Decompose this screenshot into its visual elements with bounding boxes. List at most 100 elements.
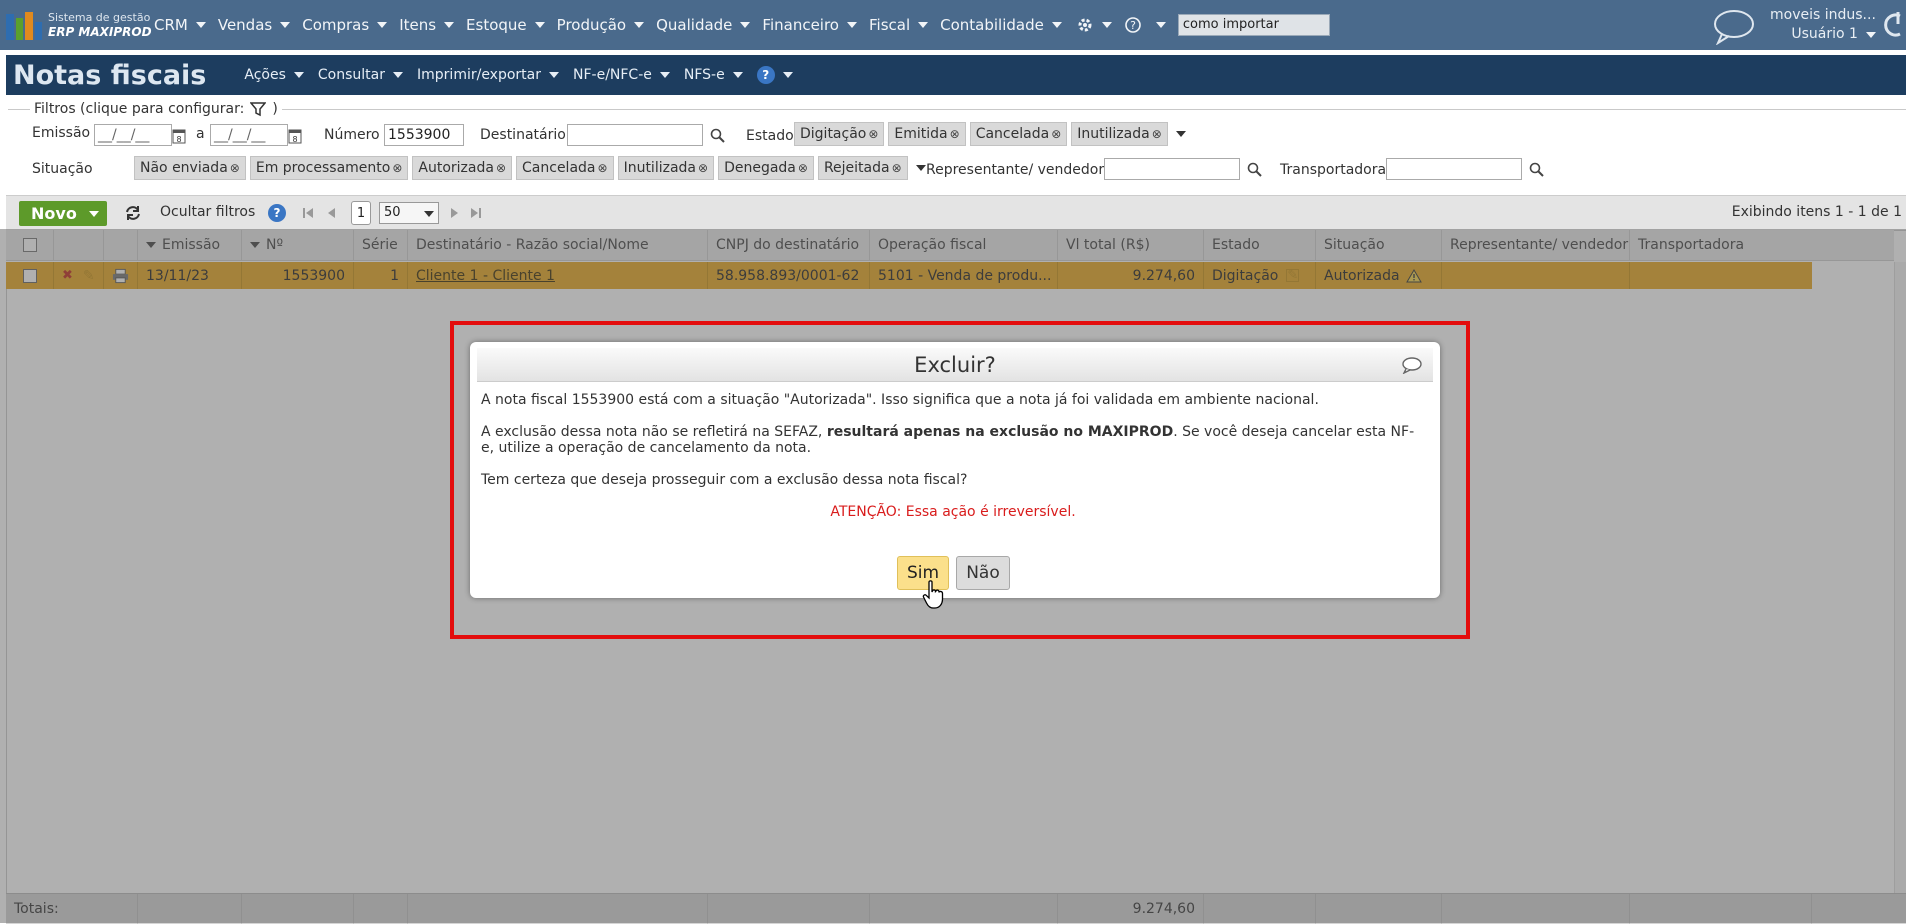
close-icon[interactable]: ⊗ — [950, 127, 960, 141]
estado-chip[interactable]: Cancelada ⊗ — [969, 122, 1068, 146]
close-icon[interactable]: ⊗ — [1051, 127, 1061, 141]
situacao-chip[interactable]: Autorizada ⊗ — [412, 156, 513, 180]
chevron-down-icon — [740, 22, 751, 28]
estado-chip[interactable]: Inutilizada ⊗ — [1071, 122, 1168, 146]
close-icon[interactable]: ⊗ — [1152, 127, 1162, 141]
search-icon[interactable] — [710, 128, 725, 143]
situacao-chip[interactable]: Em processamento ⊗ — [249, 156, 409, 180]
close-icon[interactable]: ⊗ — [496, 161, 506, 175]
previous-page-icon[interactable] — [326, 207, 336, 219]
menu-help[interactable]: ? — [756, 66, 793, 84]
filters-legend-close: ) — [272, 101, 278, 117]
global-search-input[interactable]: como importar — [1177, 14, 1330, 36]
menu-nfe-nfce[interactable]: NF-e/NFC-e — [573, 67, 670, 83]
destinatario-input[interactable] — [567, 124, 703, 146]
calendar-icon[interactable]: 8 — [288, 128, 302, 144]
menu-label: NF-e/NFC-e — [573, 67, 652, 83]
nav-menu-producao[interactable]: Produção — [557, 16, 645, 34]
close-icon[interactable]: ⊗ — [698, 161, 708, 175]
emissao-to-input[interactable]: __/__/__ — [210, 124, 288, 146]
help-icon: ? — [756, 66, 775, 84]
nav-menu-label: Financeiro — [762, 16, 839, 34]
power-icon[interactable] — [1884, 10, 1906, 44]
nav-menu-label: Contabilidade — [940, 16, 1044, 34]
close-icon[interactable]: ⊗ — [230, 161, 240, 175]
nav-menu-vendas[interactable]: Vendas — [217, 16, 291, 34]
close-icon[interactable]: ⊗ — [868, 127, 878, 141]
close-icon[interactable]: ⊗ — [598, 161, 608, 175]
nav-menu-crm[interactable]: CRM — [154, 16, 206, 34]
page-title-bar: Notas fiscais Ações Consultar Imprimir/e… — [6, 55, 1906, 95]
confirm-no-button[interactable]: Não — [956, 556, 1010, 590]
chip-label: Digitação — [800, 126, 867, 142]
nav-menu-label: Estoque — [466, 16, 527, 34]
transportadora-input[interactable] — [1386, 158, 1522, 180]
nav-menu-estoque[interactable]: Estoque — [466, 16, 545, 34]
menu-nfse[interactable]: NFS-e — [684, 67, 743, 83]
chip-label: Emitida — [894, 126, 948, 142]
dialog-title: Excluir? — [914, 352, 996, 377]
chat-icon[interactable] — [1712, 7, 1756, 49]
grid-toolbar: Novo Ocultar filtros ? 1 50 Exibindo ite… — [6, 195, 1906, 231]
help-icon[interactable]: ? — [1122, 14, 1144, 36]
filter-icon[interactable] — [250, 101, 267, 117]
nav-menu-contabilidade[interactable]: Contabilidade — [940, 16, 1062, 34]
representante-input[interactable] — [1104, 158, 1240, 180]
refresh-icon[interactable] — [124, 205, 142, 221]
chevron-down-icon — [918, 22, 929, 28]
estado-chip[interactable]: Emitida ⊗ — [888, 122, 966, 146]
novo-button[interactable]: Novo — [19, 201, 107, 226]
page-number-input[interactable]: 1 — [351, 201, 371, 225]
page-size-select[interactable]: 50 — [379, 202, 439, 224]
chevron-down-icon[interactable] — [915, 165, 926, 171]
help-icon[interactable]: ? — [268, 204, 286, 222]
filters-panel: Filtros (clique para configurar: ) Emiss… — [8, 101, 1906, 192]
chip-label: Inutilizada — [1077, 126, 1150, 142]
menu-acoes[interactable]: Ações — [244, 67, 304, 83]
dialog-paragraph-1: A nota fiscal 1553900 está com a situaçã… — [481, 392, 1319, 408]
chevron-down-icon — [534, 22, 545, 28]
next-page-icon[interactable] — [450, 207, 460, 219]
chevron-down-icon[interactable] — [1101, 22, 1112, 28]
estado-chip[interactable]: Digitação ⊗ — [794, 122, 885, 146]
close-icon[interactable]: ⊗ — [392, 161, 402, 175]
numero-input[interactable]: 1553900 — [384, 124, 464, 146]
user-menu[interactable]: moveis indus... Usuário 1 — [1770, 6, 1876, 44]
nav-menu-compras[interactable]: Compras — [302, 16, 388, 34]
chip-label: Autorizada — [418, 160, 494, 176]
ocultar-filtros-button[interactable]: Ocultar filtros — [160, 204, 255, 220]
menu-imprimir-exportar[interactable]: Imprimir/exportar — [417, 67, 559, 83]
novo-label: Novo — [31, 204, 77, 223]
situacao-chip[interactable]: Não enviada ⊗ — [134, 156, 246, 180]
chip-label: Rejeitada — [823, 160, 890, 176]
dialog-emphasis: resultará apenas na exclusão no MAXIPROD — [826, 424, 1174, 440]
nav-menu-fiscal[interactable]: Fiscal — [869, 16, 929, 34]
chat-icon[interactable] — [1401, 356, 1423, 374]
emissao-from-input[interactable]: __/__/__ — [94, 124, 172, 146]
close-icon[interactable]: ⊗ — [892, 161, 902, 175]
situacao-chip[interactable]: Denegada ⊗ — [718, 156, 814, 180]
menu-label: Consultar — [317, 67, 386, 83]
situacao-chip[interactable]: Rejeitada ⊗ — [817, 156, 908, 180]
nav-menu-financeiro[interactable]: Financeiro — [762, 16, 857, 34]
situacao-chip[interactable]: Cancelada ⊗ — [516, 156, 614, 180]
filters-legend[interactable]: Filtros (clique para configurar: ) — [30, 101, 282, 117]
destinatario-label: Destinatário — [480, 127, 566, 143]
chevron-down-icon[interactable] — [1175, 131, 1186, 137]
nav-menu-qualidade[interactable]: Qualidade — [656, 16, 751, 34]
search-icon[interactable] — [1529, 162, 1544, 177]
chevron-down-icon — [1051, 22, 1062, 28]
situacao-chip[interactable]: Inutilizada ⊗ — [617, 156, 715, 180]
first-page-icon[interactable] — [302, 207, 314, 219]
last-page-icon[interactable] — [470, 207, 482, 219]
calendar-icon[interactable]: 8 — [172, 128, 186, 144]
chevron-down-icon[interactable] — [1155, 22, 1166, 28]
menu-consultar[interactable]: Consultar — [317, 67, 404, 83]
menu-label: Ações — [244, 67, 286, 83]
nav-menu-itens[interactable]: Itens — [399, 16, 455, 34]
nav-menu-label: Vendas — [217, 16, 273, 34]
close-icon[interactable]: ⊗ — [798, 161, 808, 175]
erp-logo[interactable]: Sistema de gestão ERP MAXIPROD — [6, 10, 154, 40]
gear-icon[interactable] — [1074, 14, 1096, 36]
search-icon[interactable] — [1247, 162, 1262, 177]
